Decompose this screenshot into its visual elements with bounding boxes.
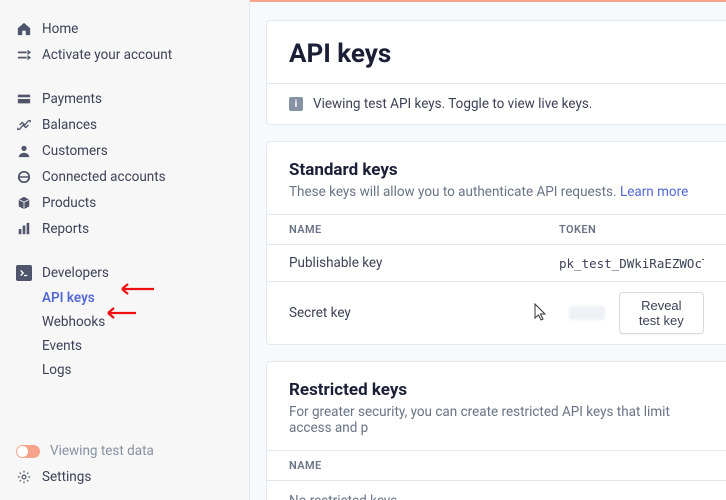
restricted-keys-desc: For greater security, you can create res… [267, 404, 726, 450]
reports-icon [16, 221, 32, 237]
sidebar-item-developers[interactable]: Developers [0, 260, 249, 286]
sidebar-sub-webhooks[interactable]: Webhooks [42, 310, 249, 334]
standard-keys-title: Standard keys [267, 142, 726, 184]
col-name-header: NAME [289, 459, 559, 472]
sidebar-item-label: Products [42, 195, 96, 211]
table-row: Secret key Reveal test key [267, 281, 726, 344]
restricted-keys-table-head: NAME [267, 450, 726, 480]
sidebar-sub-api-keys[interactable]: API keys [42, 286, 249, 310]
test-data-toggle[interactable] [16, 445, 40, 458]
sidebar-item-home[interactable]: Home [0, 16, 249, 42]
standard-keys-card: Standard keys These keys will allow you … [266, 141, 726, 345]
top-accent-line [250, 0, 726, 2]
activate-icon [16, 47, 32, 63]
sidebar-item-label: Developers [42, 265, 109, 281]
sidebar-item-reports[interactable]: Reports [0, 216, 249, 242]
test-mode-notice: i Viewing test API keys. Toggle to view … [267, 83, 726, 124]
products-icon [16, 195, 32, 211]
reveal-test-key-button[interactable]: Reveal test key [619, 292, 704, 334]
page-header-card: API keys i Viewing test API keys. Toggle… [266, 20, 726, 125]
settings-icon [16, 469, 32, 485]
sidebar-sub-logs[interactable]: Logs [42, 358, 249, 382]
col-token-header: TOKEN [559, 223, 704, 236]
test-data-label: Viewing test data [50, 443, 154, 459]
table-row: Publishable key pk_test_DWkiRaEZWOcTcZm8… [267, 244, 726, 281]
cursor-icon [534, 303, 548, 325]
sidebar-item-label: Reports [42, 221, 89, 237]
sidebar: Home Activate your account Payments Bala… [0, 0, 250, 500]
main-content: API keys i Viewing test API keys. Toggle… [250, 0, 726, 500]
hidden-token-placeholder [569, 306, 605, 320]
sidebar-item-label: Home [42, 21, 78, 37]
col-name-header: NAME [289, 223, 559, 236]
home-icon [16, 21, 32, 37]
sidebar-item-products[interactable]: Products [0, 190, 249, 216]
restricted-keys-card: Restricted keys For greater security, yo… [266, 361, 726, 500]
terminal-icon [16, 265, 32, 281]
test-data-toggle-row: Viewing test data [0, 438, 249, 464]
notice-text: Viewing test API keys. Toggle to view li… [313, 96, 592, 112]
key-token[interactable]: pk_test_DWkiRaEZWOcTcZm83 [559, 256, 704, 271]
customers-icon [16, 143, 32, 159]
standard-keys-desc: These keys will allow you to authenticat… [267, 184, 726, 214]
learn-more-link[interactable]: Learn more [620, 184, 688, 200]
sidebar-item-balances[interactable]: Balances [0, 112, 249, 138]
key-name: Secret key [289, 305, 559, 321]
standard-keys-table-head: NAME TOKEN [267, 214, 726, 244]
sidebar-item-payments[interactable]: Payments [0, 86, 249, 112]
restricted-keys-empty: No restricted keys [267, 480, 726, 500]
sidebar-item-customers[interactable]: Customers [0, 138, 249, 164]
balances-icon [16, 117, 32, 133]
sidebar-item-label: Payments [42, 91, 102, 107]
connected-icon [16, 169, 32, 185]
sidebar-item-label: Activate your account [42, 47, 172, 63]
sidebar-item-label: Balances [42, 117, 97, 133]
key-name: Publishable key [289, 255, 559, 271]
sidebar-item-activate[interactable]: Activate your account [0, 42, 249, 68]
sidebar-item-settings[interactable]: Settings [0, 464, 249, 490]
sidebar-item-label: Settings [42, 469, 91, 485]
sidebar-sub-events[interactable]: Events [42, 334, 249, 358]
sidebar-item-connected[interactable]: Connected accounts [0, 164, 249, 190]
info-icon: i [289, 97, 303, 111]
restricted-keys-title: Restricted keys [267, 362, 726, 404]
sidebar-item-label: Customers [42, 143, 108, 159]
sidebar-item-label: Connected accounts [42, 169, 166, 185]
page-title: API keys [289, 39, 704, 69]
payments-icon [16, 91, 32, 107]
